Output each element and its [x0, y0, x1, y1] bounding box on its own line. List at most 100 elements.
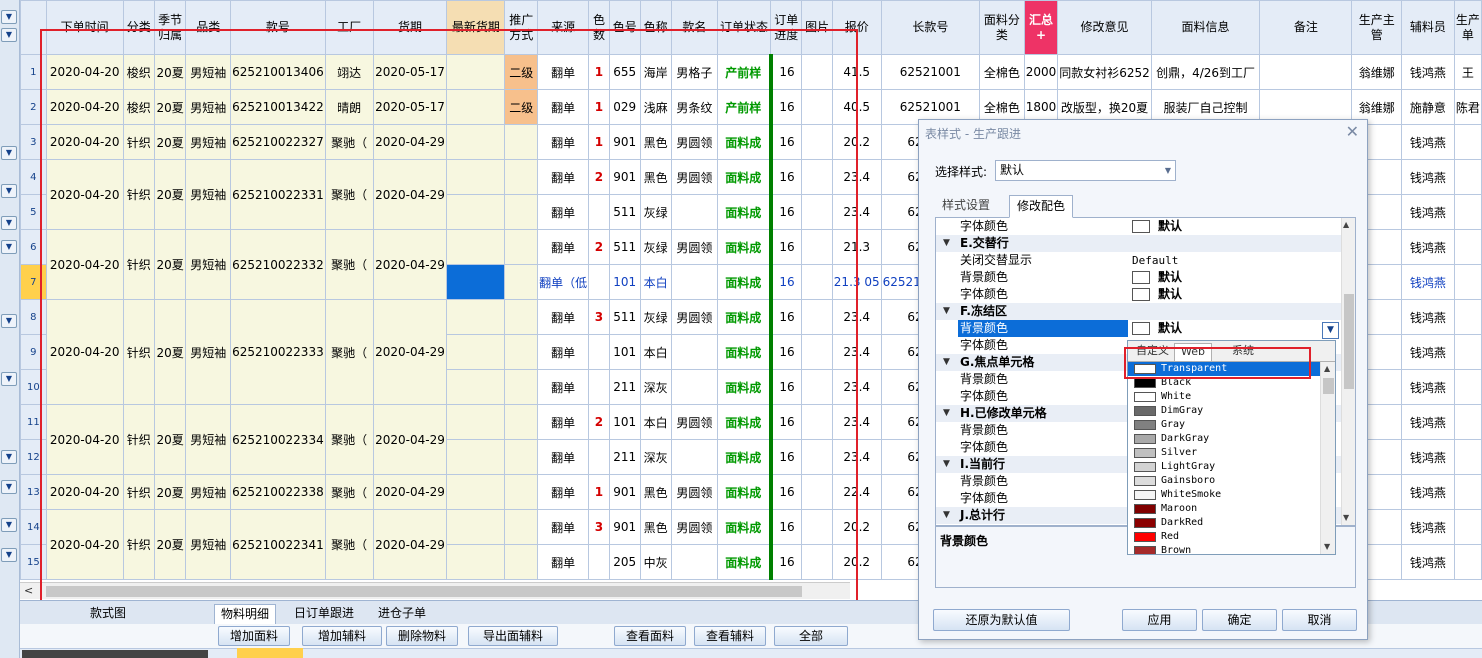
cell-style-name[interactable]: 男圆领 [670, 299, 718, 335]
cell-color-count[interactable] [588, 439, 610, 475]
cell-extra[interactable]: 王 [1453, 54, 1482, 90]
column-header[interactable]: 图片 [801, 0, 833, 55]
reset-default-button[interactable]: 还原为默认值 [933, 609, 1070, 631]
left-dropdown-icon[interactable]: ▼ [1, 372, 17, 386]
property-row[interactable]: 关闭交替显示 Default [936, 252, 1342, 269]
color-option[interactable]: Gray [1128, 418, 1320, 432]
cell-promo[interactable] [504, 124, 539, 160]
cell-extra[interactable] [1453, 369, 1482, 405]
tab-material-detail[interactable]: 物料明细 [214, 604, 277, 624]
cell-source[interactable]: 翻单 [537, 194, 590, 230]
property-value[interactable]: 默认 [1158, 320, 1182, 337]
row-number[interactable]: 10 [20, 369, 47, 405]
left-dropdown-icon[interactable]: ▼ [1, 146, 17, 160]
cell-style[interactable]: 625210022333 [230, 299, 326, 405]
property-value[interactable]: 默认 [1158, 218, 1182, 235]
cell-latest-due[interactable] [446, 124, 506, 160]
cell-cat[interactable]: 针织 [122, 159, 155, 230]
color-list-scrollbar[interactable]: ▲ ▼ [1320, 362, 1335, 554]
cell-source[interactable]: 翻单 [537, 369, 590, 405]
cell-color-count[interactable] [588, 194, 610, 230]
cell-promo[interactable] [504, 509, 539, 545]
cell-image[interactable] [801, 544, 833, 580]
cell-factory[interactable]: 翊达 [324, 54, 374, 90]
cell-color-count[interactable]: 1 [588, 474, 610, 510]
color-option[interactable]: DarkGray [1128, 432, 1320, 446]
row-number[interactable]: 11 [20, 404, 47, 440]
cell-color-code[interactable]: 655 [608, 54, 641, 90]
cell-style[interactable]: 625210013422 [230, 89, 326, 125]
cell-accessory-staff[interactable]: 钱鸿燕 [1400, 369, 1455, 405]
cell-color-name[interactable]: 浅麻 [639, 89, 672, 125]
cell-accessory-staff[interactable]: 钱鸿燕 [1400, 229, 1455, 265]
cell-type[interactable]: 男短袖 [185, 509, 232, 580]
export-materials-button[interactable]: 导出面辅料 [468, 626, 558, 646]
cell-order-status[interactable]: 面料成 [716, 404, 772, 440]
cell-price[interactable]: 23.4 [831, 159, 882, 195]
cell-accessory-staff[interactable]: 施静意 [1400, 89, 1455, 125]
cell-order-status[interactable]: 面料成 [716, 194, 772, 230]
cell-color-code[interactable]: 029 [608, 89, 641, 125]
style-select[interactable]: 默认 ▼ [995, 160, 1176, 181]
cell-image[interactable] [801, 89, 833, 125]
cell-image[interactable] [801, 264, 833, 300]
cell-date[interactable]: 2020-04-20 [45, 299, 124, 405]
cell-accessory-staff[interactable]: 钱鸿燕 [1400, 194, 1455, 230]
cell-price[interactable]: 23.4 [831, 334, 882, 370]
tab-daily-order[interactable]: 日订单跟进 [288, 604, 360, 624]
cell-source[interactable]: 翻单（低 [537, 264, 590, 300]
cell-image[interactable] [801, 369, 833, 405]
left-dropdown-icon[interactable]: ▼ [1, 10, 17, 24]
cell-season[interactable]: 20夏 [153, 124, 187, 160]
cell-source[interactable]: 翻单 [537, 124, 590, 160]
cell-order-progress[interactable]: 16 [768, 229, 803, 265]
cell-image[interactable] [801, 194, 833, 230]
cell-image[interactable] [801, 299, 833, 335]
cell-latest-due[interactable] [446, 299, 506, 335]
collapse-icon[interactable]: ▼ [943, 507, 950, 524]
color-dropdown-button[interactable]: ▼ [1322, 322, 1339, 339]
cell-color-count[interactable]: 1 [588, 54, 610, 90]
cell-due[interactable]: 2020-04-29 [372, 404, 448, 475]
cell-cat[interactable]: 针织 [122, 509, 155, 580]
column-header[interactable]: 下单时间 [45, 0, 124, 55]
column-header[interactable]: 工厂 [324, 0, 374, 55]
tab-modify-colors[interactable]: 修改配色 [1009, 195, 1074, 218]
cell-color-name[interactable]: 本白 [639, 264, 672, 300]
color-option[interactable]: DimGray [1128, 404, 1320, 418]
cell-cat[interactable]: 针织 [122, 299, 155, 405]
cell-color-count[interactable]: 3 [588, 509, 610, 545]
row-number[interactable]: 15 [20, 544, 47, 580]
cell-image[interactable] [801, 229, 833, 265]
cell-source[interactable]: 翻单 [537, 334, 590, 370]
property-value[interactable]: 默认 [1158, 269, 1182, 286]
cell-order-progress[interactable]: 16 [768, 404, 803, 440]
cell-image[interactable] [801, 54, 833, 90]
cell-extra[interactable] [1453, 544, 1482, 580]
cell-image[interactable] [801, 334, 833, 370]
column-header[interactable]: 汇总+ [1023, 0, 1059, 55]
column-header[interactable]: 备注 [1259, 0, 1353, 55]
cell-season[interactable]: 20夏 [153, 474, 187, 510]
cell-color-code[interactable]: 511 [608, 299, 641, 335]
cell-order-progress[interactable]: 16 [768, 369, 803, 405]
cell-accessory-staff[interactable]: 钱鸿燕 [1400, 509, 1455, 545]
column-header[interactable]: 报价 [831, 0, 882, 55]
cell-color-count[interactable] [588, 264, 610, 300]
cell-price[interactable]: 23.4 [831, 369, 882, 405]
cell-color-name[interactable]: 灰绿 [639, 299, 672, 335]
color-option[interactable]: White [1128, 390, 1320, 404]
cell-color-count[interactable] [588, 334, 610, 370]
cell-order-status[interactable]: 面料成 [716, 439, 772, 475]
cell-factory[interactable]: 晴朗 [324, 89, 374, 125]
property-row[interactable]: 背景颜色 默认 [936, 269, 1342, 286]
cell-style-name[interactable] [670, 544, 718, 580]
cell-price[interactable]: 20.2 [831, 124, 882, 160]
column-header[interactable]: 长款号 [880, 0, 981, 55]
cell-color-name[interactable]: 黑色 [639, 124, 672, 160]
cell-due[interactable]: 2020-04-29 [372, 509, 448, 580]
cell-date[interactable]: 2020-04-20 [45, 89, 124, 125]
cell-color-code[interactable]: 101 [608, 404, 641, 440]
cell-season[interactable]: 20夏 [153, 299, 187, 405]
column-header[interactable]: 生产单 [1453, 0, 1482, 55]
